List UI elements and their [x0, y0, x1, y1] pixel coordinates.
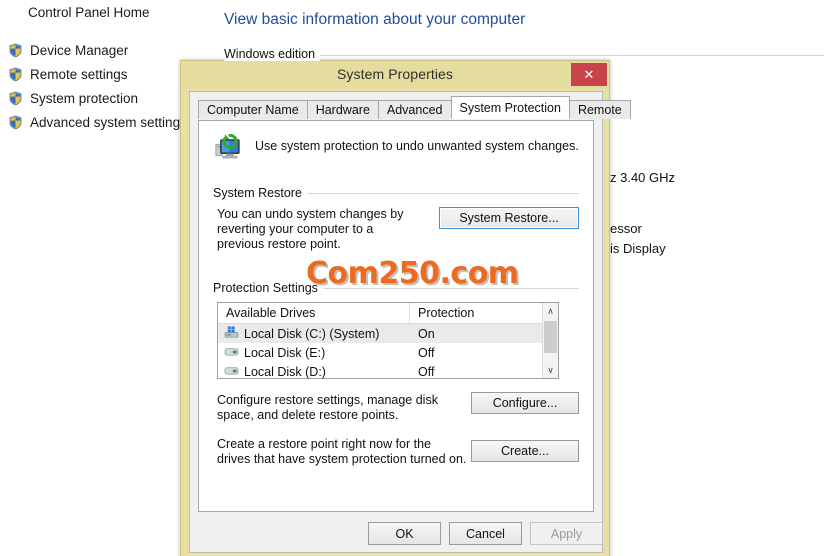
- screen: Control Panel Home Device Manager Remote…: [0, 0, 835, 556]
- table-row[interactable]: Local Disk (C:) (System) On: [218, 324, 558, 343]
- drive-label: Local Disk (E:): [244, 345, 326, 360]
- configure-description: Configure restore settings, manage disk …: [217, 393, 438, 422]
- tab-advanced[interactable]: Advanced: [377, 100, 452, 119]
- create-button[interactable]: Create...: [471, 440, 579, 462]
- cancel-button[interactable]: Cancel: [449, 522, 522, 545]
- sidebar-item-label: Remote settings: [30, 67, 128, 82]
- system-properties-dialog: System Properties ✕ Computer Name Hardwa…: [180, 60, 631, 556]
- intro-text: Use system protection to undo unwanted s…: [255, 139, 579, 153]
- drive-icon: [224, 345, 239, 361]
- tab-remote[interactable]: Remote: [568, 100, 631, 119]
- dialog-footer: OK Cancel Apply: [190, 512, 603, 552]
- protection-state: On: [418, 326, 435, 341]
- background-text-clock-speed: z 3.40 GHz: [610, 170, 676, 185]
- drive-label: Local Disk (D:): [244, 364, 326, 379]
- list-header: Available Drives Protection: [218, 303, 558, 324]
- table-row[interactable]: Local Disk (E:) Off: [218, 343, 558, 362]
- shield-icon: [8, 67, 23, 82]
- intro-row: Use system protection to undo unwanted s…: [213, 133, 579, 168]
- dialog-body: Computer Name Hardware Advanced System P…: [189, 91, 631, 553]
- dialog-title: System Properties: [336, 66, 454, 82]
- shield-icon: [8, 115, 23, 130]
- sidebar-item-advanced-system-settings[interactable]: Advanced system settings: [8, 115, 187, 130]
- available-drives-list[interactable]: Available Drives Protection Local Disk (…: [217, 302, 559, 379]
- column-header-available-drives[interactable]: Available Drives: [218, 303, 410, 323]
- scroll-down-icon[interactable]: ∨: [543, 362, 558, 378]
- drive-label: Local Disk (C:) (System): [244, 326, 380, 341]
- drive-cell: Local Disk (D:): [218, 364, 410, 380]
- protection-state: Off: [418, 345, 435, 360]
- control-panel-sidebar: Control Panel Home Device Manager Remote…: [0, 0, 200, 556]
- create-description: Create a restore point right now for the…: [217, 437, 467, 466]
- sidebar-item-system-protection[interactable]: System protection: [8, 91, 138, 106]
- sidebar-item-label: Advanced system settings: [30, 115, 187, 130]
- column-header-protection[interactable]: Protection: [410, 303, 558, 323]
- tab-hardware[interactable]: Hardware: [306, 100, 379, 119]
- drive-cell: Local Disk (E:): [218, 345, 410, 361]
- system-restore-description: You can undo system changes by reverting…: [217, 207, 404, 251]
- control-panel-home-link[interactable]: Control Panel Home: [28, 5, 150, 20]
- sidebar-item-label: System protection: [30, 91, 139, 106]
- background-text-display: is Display: [610, 241, 666, 256]
- system-restore-button[interactable]: System Restore...: [439, 207, 579, 229]
- background-text-processor: essor: [610, 221, 642, 236]
- table-row[interactable]: Local Disk (D:) Off: [218, 362, 558, 381]
- shield-icon: [8, 91, 23, 106]
- list-scrollbar[interactable]: ∧ ∨: [542, 303, 558, 378]
- tab-page-system-protection: Use system protection to undo unwanted s…: [198, 120, 594, 512]
- tab-system-protection[interactable]: System Protection: [450, 96, 570, 119]
- dialog-titlebar[interactable]: System Properties ✕: [181, 61, 609, 88]
- protection-settings-group-label: Protection Settings: [213, 281, 324, 295]
- shield-icon: [8, 43, 23, 58]
- close-icon[interactable]: ✕: [571, 63, 607, 86]
- sidebar-item-label: Device Manager: [30, 43, 129, 58]
- sidebar-item-device-manager[interactable]: Device Manager: [8, 43, 128, 58]
- drive-icon: [224, 364, 239, 380]
- tab-computer-name[interactable]: Computer Name: [198, 100, 308, 119]
- page-title: View basic information about your comput…: [224, 11, 526, 28]
- sidebar-item-remote-settings[interactable]: Remote settings: [8, 67, 128, 82]
- system-restore-group-label: System Restore: [213, 186, 308, 200]
- apply-button: Apply: [530, 522, 603, 545]
- configure-button[interactable]: Configure...: [471, 392, 579, 414]
- scrollbar-thumb[interactable]: [544, 321, 557, 353]
- drive-cell: Local Disk (C:) (System): [218, 325, 410, 342]
- computer-restore-icon: [213, 133, 243, 168]
- system-drive-icon: [224, 325, 239, 342]
- scroll-up-icon[interactable]: ∧: [543, 303, 558, 319]
- ok-button[interactable]: OK: [368, 522, 441, 545]
- protection-state: Off: [418, 364, 435, 379]
- tab-strip: Computer Name Hardware Advanced System P…: [198, 96, 631, 119]
- windows-edition-label: Windows edition: [224, 47, 321, 61]
